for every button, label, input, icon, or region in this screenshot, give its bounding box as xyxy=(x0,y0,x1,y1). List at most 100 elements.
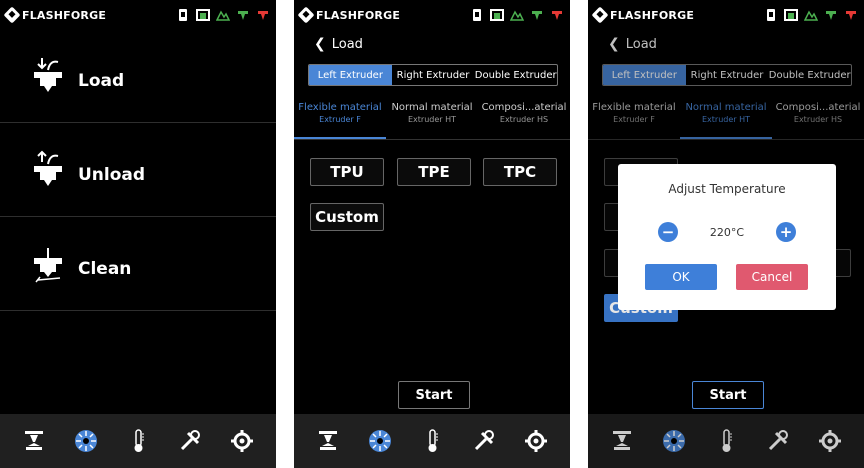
extruder-left-warning-icon xyxy=(238,11,248,20)
unload-menu-item[interactable]: Unload xyxy=(0,124,276,217)
sd-card-icon xyxy=(473,9,481,21)
tab-subtitle: Extruder HT xyxy=(701,115,751,124)
material-tabs: Flexible material Extruder F Normal mate… xyxy=(588,98,864,140)
brand-name: FLASHFORGE xyxy=(610,8,695,22)
filament-icon xyxy=(510,10,524,21)
flashforge-logo-icon xyxy=(591,6,609,24)
cancel-button[interactable]: Cancel xyxy=(736,264,808,290)
material-select-screen: FLASHFORGE ❮ Load Left Extruder Right Ex… xyxy=(294,0,570,468)
brand-name: FLASHFORGE xyxy=(316,8,401,22)
thermometer-icon xyxy=(722,429,732,452)
tab-left-extruder[interactable]: Left Extruder xyxy=(603,65,686,85)
clean-menu-item[interactable]: Clean xyxy=(0,218,276,311)
chevron-left-icon: ❮ xyxy=(314,36,326,52)
tab-normal-material[interactable]: Normal material Extruder HT xyxy=(680,98,772,139)
chevron-left-icon: ❮ xyxy=(608,36,620,52)
tab-title: Composi...aterial xyxy=(481,102,567,113)
settings-icon xyxy=(819,430,841,452)
nav-tools[interactable] xyxy=(467,424,501,458)
ok-button[interactable]: OK xyxy=(645,264,717,290)
load-menu-item[interactable]: Load xyxy=(0,30,276,123)
nav-print[interactable] xyxy=(17,424,51,458)
material-custom-button[interactable]: Custom xyxy=(310,203,384,231)
back-button[interactable]: ❮ Load xyxy=(608,36,657,52)
extruder-right-error-icon xyxy=(846,11,856,20)
sd-card-icon xyxy=(179,9,187,21)
brand-logo: FLASHFORGE xyxy=(3,6,107,24)
filament-icon xyxy=(216,10,230,21)
brand-name: FLASHFORGE xyxy=(22,8,107,22)
load-filament-icon xyxy=(34,58,62,92)
nav-filament[interactable] xyxy=(363,424,397,458)
tab-subtitle: Extruder F xyxy=(319,115,361,124)
increase-temperature-button[interactable]: + xyxy=(776,222,796,242)
nav-settings[interactable] xyxy=(519,424,553,458)
status-bar: FLASHFORGE xyxy=(294,0,570,30)
printer-icon xyxy=(490,9,504,21)
tab-flexible-material[interactable]: Flexible material Extruder F xyxy=(588,98,680,139)
material-tpe-button[interactable]: TPE xyxy=(397,158,471,186)
nav-temperature[interactable] xyxy=(121,424,155,458)
extruder-selector: Left Extruder Right Extruder Double Extr… xyxy=(308,64,558,86)
filament-spool-icon xyxy=(369,430,391,452)
nav-print[interactable] xyxy=(311,424,345,458)
bottom-nav xyxy=(588,414,864,468)
brand-logo: FLASHFORGE xyxy=(591,6,695,24)
nav-temperature[interactable] xyxy=(415,424,449,458)
back-label: Load xyxy=(625,36,657,52)
status-bar: FLASHFORGE xyxy=(588,0,864,30)
nav-filament[interactable] xyxy=(69,424,103,458)
extruder-left-warning-icon xyxy=(532,11,542,20)
tab-composite-material[interactable]: Composi...aterial Extruder HS xyxy=(772,98,864,139)
load-menu-screen: FLASHFORGE Load Unload Clean xyxy=(0,0,276,468)
nav-settings[interactable] xyxy=(813,424,847,458)
tab-right-extruder[interactable]: Right Extruder xyxy=(686,65,769,85)
tab-right-extruder[interactable]: Right Extruder xyxy=(392,65,475,85)
flashforge-logo-icon xyxy=(297,6,315,24)
tab-title: Composi...aterial xyxy=(775,102,861,113)
nav-tools[interactable] xyxy=(173,424,207,458)
load-label: Load xyxy=(78,71,125,91)
tab-subtitle: Extruder HS xyxy=(499,115,549,124)
print-icon xyxy=(319,431,337,450)
tab-title: Normal material xyxy=(685,102,767,113)
tab-title: Flexible material xyxy=(592,102,676,113)
print-icon xyxy=(25,431,43,450)
bottom-nav xyxy=(0,414,276,468)
clean-nozzle-icon xyxy=(34,248,62,283)
filament-icon xyxy=(804,10,818,21)
clean-label: Clean xyxy=(78,259,132,279)
back-label: Load xyxy=(331,36,363,52)
tab-subtitle: Extruder F xyxy=(613,115,655,124)
nav-filament[interactable] xyxy=(657,424,691,458)
material-tpc-button[interactable]: TPC xyxy=(483,158,557,186)
unload-filament-icon xyxy=(34,150,62,186)
extruder-right-error-icon xyxy=(552,11,562,20)
back-button[interactable]: ❮ Load xyxy=(314,36,363,52)
brand-logo: FLASHFORGE xyxy=(297,6,401,24)
start-button[interactable]: Start xyxy=(398,381,470,409)
sd-card-icon xyxy=(767,9,775,21)
nav-settings[interactable] xyxy=(225,424,259,458)
nav-tools[interactable] xyxy=(761,424,795,458)
material-tpu-button[interactable]: TPU xyxy=(310,158,384,186)
printer-icon xyxy=(784,9,798,21)
nav-temperature[interactable] xyxy=(709,424,743,458)
extruder-selector: Left Extruder Right Extruder Double Extr… xyxy=(602,64,852,86)
tab-subtitle: Extruder HT xyxy=(407,115,457,124)
printer-icon xyxy=(196,9,210,21)
start-button[interactable]: Start xyxy=(692,381,764,409)
filament-spool-icon xyxy=(75,430,97,452)
tab-left-extruder[interactable]: Left Extruder xyxy=(309,65,392,85)
print-icon xyxy=(613,431,631,450)
tab-double-extruder[interactable]: Double Extruder xyxy=(768,65,851,85)
tab-composite-material[interactable]: Composi...aterial Extruder HS xyxy=(478,98,570,139)
extruder-left-warning-icon xyxy=(826,11,836,20)
nav-print[interactable] xyxy=(605,424,639,458)
tab-normal-material[interactable]: Normal material Extruder HT xyxy=(386,98,478,139)
settings-icon xyxy=(525,430,547,452)
tab-double-extruder[interactable]: Double Extruder xyxy=(474,65,557,85)
plus-icon: + xyxy=(779,222,793,241)
tools-icon xyxy=(474,430,494,451)
tab-flexible-material[interactable]: Flexible material Extruder F xyxy=(294,98,386,139)
